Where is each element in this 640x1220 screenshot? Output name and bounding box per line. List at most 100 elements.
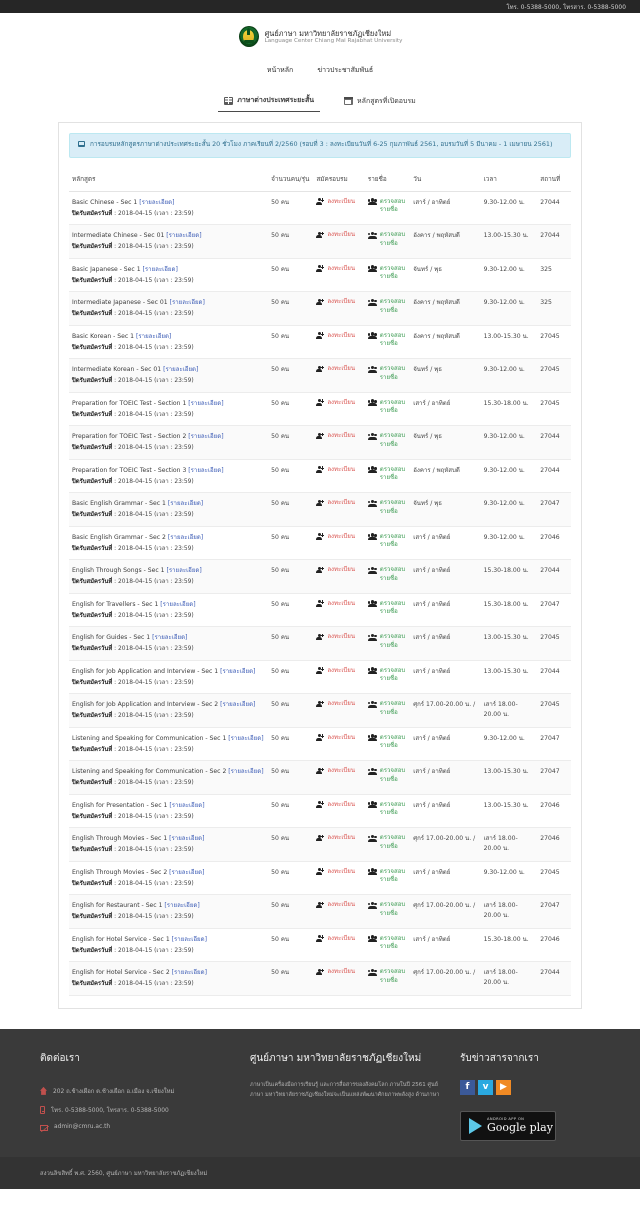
course-detail-link[interactable]: [รายละเอียด] — [166, 232, 201, 239]
register-button[interactable]: ลงทะเบียน — [316, 600, 361, 608]
check-namelist-button[interactable]: ตรวจสอบรายชื่อ — [367, 265, 407, 281]
closing-date: ปิดรับสมัครวันที่ : 2018-04-15 (เวลา : 2… — [72, 311, 194, 318]
check-namelist-button[interactable]: ตรวจสอบรายชื่อ — [367, 533, 407, 549]
closing-date-value: 2018-04-15 (เวลา : 23:59) — [118, 746, 194, 753]
check-namelist-button[interactable]: ตรวจสอบรายชื่อ — [367, 801, 407, 817]
closing-date: ปิดรับสมัครวันที่ : 2018-04-15 (เวลา : 2… — [72, 612, 194, 619]
register-button[interactable]: ลงทะเบียน — [316, 801, 361, 809]
course-detail-link[interactable]: [รายละเอียด] — [220, 668, 255, 675]
cell-room: 27045 — [537, 693, 571, 728]
course-detail-link[interactable]: [รายละเอียด] — [136, 333, 171, 340]
register-button[interactable]: ลงทะเบียน — [316, 399, 361, 407]
closing-date-value: 2018-04-15 (เวลา : 23:59) — [118, 378, 194, 385]
check-namelist-button[interactable]: ตรวจสอบรายชื่อ — [367, 332, 407, 348]
register-button[interactable]: ลงทะเบียน — [316, 332, 361, 340]
register-button[interactable]: ลงทะเบียน — [316, 265, 361, 273]
course-detail-link[interactable]: [รายละเอียด] — [143, 266, 178, 273]
register-button[interactable]: ลงทะเบียน — [316, 298, 361, 306]
check-namelist-button[interactable]: ตรวจสอบรายชื่อ — [367, 432, 407, 448]
cell-register: ลงทะเบียน — [313, 492, 365, 527]
register-button[interactable]: ลงทะเบียน — [316, 231, 361, 239]
closing-date: ปิดรับสมัครวันที่ : 2018-04-15 (เวลา : 2… — [72, 512, 194, 519]
cell-namelist: ตรวจสอบรายชื่อ — [364, 425, 411, 460]
check-namelist-button[interactable]: ตรวจสอบรายชื่อ — [367, 666, 407, 683]
course-detail-link[interactable]: [รายละเอียด] — [163, 366, 198, 373]
brand[interactable]: ศูนย์ภาษา มหาวิทยาลัยราชภัฏเชียงใหม่ Lan… — [0, 25, 640, 49]
course-detail-link[interactable]: [รายละเอียด] — [172, 969, 207, 976]
course-detail-link[interactable]: [รายละเอียด] — [152, 634, 187, 641]
closing-date-label: ปิดรับสมัครวันที่ — [72, 579, 113, 586]
check-namelist-button[interactable]: ตรวจสอบรายชื่อ — [367, 868, 407, 884]
register-button[interactable]: ลงทะเบียน — [316, 633, 361, 641]
register-button[interactable]: ลงทะเบียน — [316, 767, 361, 775]
register-button[interactable]: ลงทะเบียน — [316, 198, 361, 206]
course-detail-link[interactable]: [รายละเอียด] — [169, 835, 204, 842]
check-namelist-button[interactable]: ตรวจสอบรายชื่อ — [367, 231, 407, 247]
google-play-badge[interactable]: ANDROID APP ON Google play — [460, 1110, 556, 1141]
check-namelist-button[interactable]: ตรวจสอบรายชื่อ — [367, 499, 407, 515]
check-namelist-button[interactable]: ตรวจสอบรายชื่อ — [367, 298, 407, 314]
register-button[interactable]: ลงทะเบียน — [316, 734, 361, 742]
check-namelist-button[interactable]: ตรวจสอบรายชื่อ — [367, 935, 407, 951]
check-namelist-button[interactable]: ตรวจสอบรายชื่อ — [367, 466, 407, 482]
course-detail-link[interactable]: [รายละเอียด] — [169, 802, 204, 809]
check-namelist-button[interactable]: ตรวจสอบรายชื่อ — [367, 633, 407, 649]
course-detail-link[interactable]: [รายละเอียด] — [164, 902, 199, 909]
register-button[interactable]: ลงทะเบียน — [316, 432, 361, 440]
check-namelist-button[interactable]: ตรวจสอบรายชื่อ — [367, 365, 407, 381]
course-detail-link[interactable]: [รายละเอียด] — [188, 433, 223, 440]
check-namelist-button[interactable]: ตรวจสอบรายชื่อ — [367, 968, 407, 984]
course-detail-link[interactable]: [รายละเอียด] — [228, 735, 263, 742]
course-detail-link[interactable]: [รายละเอียด] — [139, 199, 174, 206]
register-button[interactable]: ลงทะเบียน — [316, 834, 361, 842]
register-button[interactable]: ลงทะเบียน — [316, 868, 361, 876]
course-detail-link[interactable]: [รายละเอียด] — [168, 534, 203, 541]
course-name: Listening and Speaking for Communication… — [72, 734, 227, 742]
course-detail-link[interactable]: [รายละเอียด] — [188, 467, 223, 474]
closing-date: ปิดรับสมัครวันที่ : 2018-04-15 (เวลา : 2… — [72, 813, 194, 820]
check-namelist-button[interactable]: ตรวจสอบรายชื่อ — [367, 399, 407, 415]
course-detail-link[interactable]: [รายละเอียด] — [166, 567, 201, 574]
check-namelist-button[interactable]: ตรวจสอบรายชื่อ — [367, 600, 407, 616]
tab-short-foreign-language[interactable]: ภาษาต่างประเทศระยะสั้น — [218, 92, 321, 112]
course-detail-link[interactable]: [รายละเอียด] — [172, 936, 207, 943]
course-detail-link[interactable]: [รายละเอียด] — [220, 701, 255, 708]
register-button[interactable]: ลงทะเบียน — [316, 901, 361, 909]
footer-email-line[interactable]: admin@cmru.ac.th — [40, 1124, 236, 1132]
nav-item-news[interactable]: ข่าวประชาสัมพันธ์ — [317, 65, 373, 76]
table-row: Listening and Speaking for Communication… — [69, 727, 571, 762]
register-button[interactable]: ลงทะเบียน — [316, 499, 361, 507]
course-detail-link[interactable]: [รายละเอียด] — [168, 500, 203, 507]
course-detail-link[interactable]: [รายละเอียด] — [188, 400, 223, 407]
register-button[interactable]: ลงทะเบียน — [316, 700, 361, 708]
check-namelist-button[interactable]: ตรวจสอบรายชื่อ — [367, 566, 407, 582]
check-namelist-button[interactable]: ตรวจสอบรายชื่อ — [367, 901, 407, 917]
check-namelist-button[interactable]: ตรวจสอบรายชื่อ — [367, 767, 407, 783]
register-button[interactable]: ลงทะเบียน — [316, 935, 361, 943]
register-button[interactable]: ลงทะเบียน — [316, 566, 361, 574]
check-namelist-button[interactable]: ตรวจสอบรายชื่อ — [367, 700, 407, 716]
cell-time: 13.00-15.30 น. — [480, 224, 538, 259]
cell-time: เสาร์ 18.00-20.00 น. — [480, 894, 538, 929]
youtube-icon[interactable]: ▶ — [496, 1079, 511, 1095]
course-detail-link[interactable]: [รายละเอียด] — [169, 869, 204, 876]
facebook-icon[interactable]: f — [460, 1079, 475, 1095]
register-button[interactable]: ลงทะเบียน — [316, 466, 361, 474]
check-namelist-button[interactable]: ตรวจสอบรายชื่อ — [367, 198, 407, 214]
tab-open-courses[interactable]: หลักสูตรที่เปิดอบรม — [338, 92, 422, 112]
cell-room: 27047 — [537, 727, 571, 762]
check-namelist-button[interactable]: ตรวจสอบรายชื่อ — [367, 834, 407, 850]
cell-register: ลงทะเบียน — [313, 727, 365, 762]
check-namelist-label: ตรวจสอบรายชื่อ — [379, 666, 406, 683]
tab-bar: ภาษาต่างประเทศระยะสั้น หลักสูตรที่เปิดอบ… — [0, 92, 640, 112]
course-detail-link[interactable]: [รายละเอียด] — [228, 768, 263, 775]
register-button[interactable]: ลงทะเบียน — [316, 968, 361, 976]
twitter-icon[interactable]: ᴠ — [478, 1079, 493, 1095]
register-button[interactable]: ลงทะเบียน — [316, 365, 361, 373]
register-button[interactable]: ลงทะเบียน — [316, 533, 361, 541]
course-detail-link[interactable]: [รายละเอียด] — [160, 601, 195, 608]
nav-item-home[interactable]: หน้าหลัก — [267, 65, 293, 76]
course-detail-link[interactable]: [รายละเอียด] — [170, 299, 205, 306]
register-button[interactable]: ลงทะเบียน — [316, 667, 361, 675]
check-namelist-button[interactable]: ตรวจสอบรายชื่อ — [367, 734, 407, 750]
